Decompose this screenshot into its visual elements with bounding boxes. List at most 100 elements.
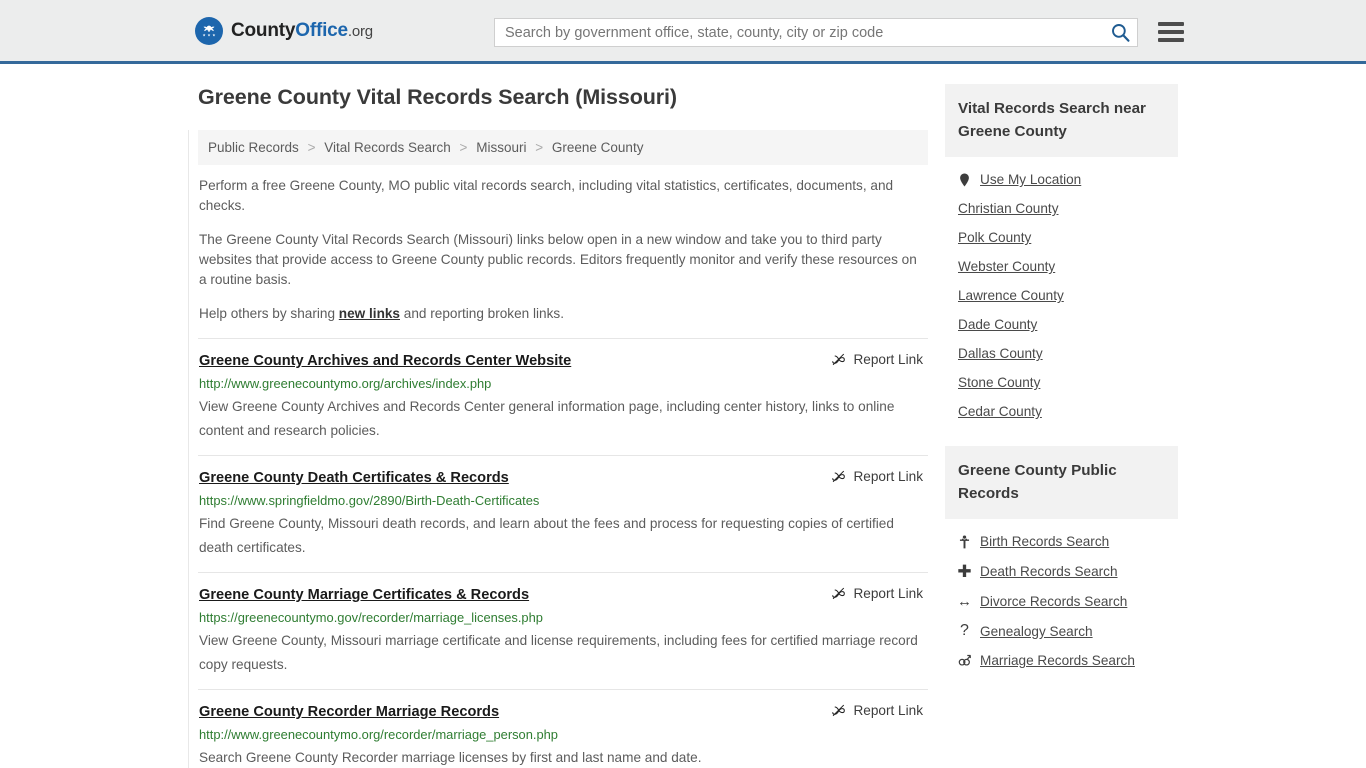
results-list: Greene County Archives and Records Cente…	[198, 337, 928, 768]
sidebar-records-item-label[interactable]: Death Records Search	[980, 564, 1118, 579]
sidebar-records-item: ✚ Death Records Search	[945, 556, 1178, 587]
report-link-label: Report Link	[853, 585, 923, 601]
sidebar-public-records-list: Birth Records Search ✚ Death Records Searc…	[945, 519, 1178, 675]
result-url[interactable]: http://www.greenecountymo.org/archives/i…	[199, 376, 928, 392]
broken-link-icon	[832, 587, 846, 600]
logo-text-county: County	[231, 19, 296, 41]
intro-text: Perform a free Greene County, MO public …	[198, 176, 928, 324]
logo-text-org: .org	[347, 22, 373, 40]
sidebar-nearby-item: Use My Location	[945, 165, 1178, 194]
breadcrumb-item-vital-records-search[interactable]: Vital Records Search	[324, 140, 451, 155]
sidebar-card-nearby: Vital Records Search near Greene County …	[945, 84, 1178, 426]
sidebar-records-item-label[interactable]: Birth Records Search	[980, 534, 1109, 549]
report-link-label: Report Link	[853, 702, 923, 718]
result-description: Search Greene County Recorder marriage l…	[199, 749, 702, 765]
cross-icon: ✚	[957, 562, 972, 581]
result-item: Greene County Archives and Records Cente…	[198, 337, 928, 455]
result-description: View Greene County Archives and Records …	[199, 398, 895, 438]
sidebar-nearby-item: Cedar County	[945, 397, 1178, 426]
baby-icon	[959, 534, 970, 548]
result-item: Greene County Recorder Marriage Records R…	[198, 688, 928, 768]
search-bar	[494, 18, 1138, 47]
page-title: Greene County Vital Records Search (Miss…	[198, 85, 677, 109]
sidebar-nearby-heading: Vital Records Search near Greene County	[945, 84, 1178, 157]
result-description: View Greene County, Missouri marriage ce…	[199, 632, 918, 672]
interlocked-gender-icon	[958, 654, 971, 667]
sidebar-nearby-item-label[interactable]: Cedar County	[958, 404, 1042, 419]
sidebar-nearby-item-label[interactable]: Dade County	[958, 317, 1037, 332]
sidebar-nearby-item: Dallas County	[945, 339, 1178, 368]
result-item: Greene County Marriage Certificates & Re…	[198, 571, 928, 689]
sidebar-nearby-item-label[interactable]: Polk County	[958, 230, 1031, 245]
sidebar-nearby-item-label[interactable]: Use My Location	[980, 172, 1081, 187]
report-link-button[interactable]: Report Link	[831, 703, 928, 718]
sidebar: Vital Records Search near Greene County …	[945, 84, 1178, 695]
report-link-label: Report Link	[853, 351, 923, 367]
result-header: Greene County Archives and Records Cente…	[199, 352, 928, 370]
result-url[interactable]: https://www.springfieldmo.gov/2890/Birth…	[199, 493, 928, 509]
breadcrumb-separator: >	[535, 139, 544, 155]
sidebar-nearby-item-label[interactable]: Stone County	[958, 375, 1040, 390]
map-pin-icon	[958, 173, 971, 187]
sidebar-nearby-item: Dade County	[945, 310, 1178, 339]
sidebar-nearby-item: Christian County	[945, 194, 1178, 223]
left-right-arrow-icon: ↔	[957, 593, 972, 610]
result-header: Greene County Death Certificates & Recor…	[199, 469, 928, 487]
intro-paragraph-3: Help others by sharing new links and rep…	[198, 304, 928, 324]
page-body: Greene County Vital Records Search (Miss…	[0, 64, 1366, 768]
report-link-button[interactable]: Report Link	[831, 586, 928, 601]
result-title-link[interactable]: Greene County Archives and Records Cente…	[199, 352, 571, 370]
sidebar-nearby-item: Lawrence County	[945, 281, 1178, 310]
baby-icon	[958, 534, 971, 549]
logo-text-office: Office	[295, 19, 348, 41]
sidebar-nearby-item: Webster County	[945, 252, 1178, 281]
result-item: Greene County Death Certificates & Recor…	[198, 454, 928, 572]
breadcrumb-item-public-records[interactable]: Public Records	[208, 140, 299, 155]
search-button[interactable]	[1103, 19, 1137, 46]
result-url[interactable]: https://greenecountymo.gov/recorder/marr…	[199, 610, 928, 626]
intro-p3-before: Help others by sharing	[199, 305, 339, 321]
result-title-link[interactable]: Greene County Recorder Marriage Records	[199, 703, 499, 721]
sidebar-public-records-heading: Greene County Public Records	[945, 446, 1178, 519]
sidebar-records-item-label[interactable]: Divorce Records Search	[980, 594, 1127, 609]
search-icon	[1111, 24, 1129, 42]
new-links-link[interactable]: new links	[339, 306, 400, 321]
breadcrumb-separator: >	[307, 139, 316, 155]
breadcrumb-separator: >	[459, 139, 468, 155]
intro-paragraph-1: Perform a free Greene County, MO public …	[199, 177, 894, 213]
sidebar-records-item: ? Genealogy Search	[945, 616, 1178, 646]
interlocked-gender-icon	[958, 654, 971, 666]
intro-p3-after: and reporting broken links.	[400, 305, 564, 321]
report-link-label: Report Link	[853, 468, 923, 484]
sidebar-records-item: Birth Records Search	[945, 527, 1178, 556]
site-logo-text: CountyOffice.org	[231, 20, 373, 42]
hamburger-menu-icon[interactable]	[1158, 20, 1184, 44]
sidebar-records-item-label[interactable]: Genealogy Search	[980, 624, 1093, 639]
site-header: CountyOffice.org	[0, 0, 1366, 64]
search-input[interactable]	[495, 19, 1103, 46]
content-box: Public Records > Vital Records Search > …	[188, 129, 928, 768]
breadcrumb-item-greene-county[interactable]: Greene County	[552, 140, 644, 155]
sidebar-nearby-item-label[interactable]: Christian County	[958, 201, 1059, 216]
broken-link-icon	[832, 470, 846, 483]
sidebar-nearby-item-label[interactable]: Webster County	[958, 259, 1055, 274]
result-title-link[interactable]: Greene County Marriage Certificates & Re…	[199, 586, 529, 604]
sidebar-nearby-item: Polk County	[945, 223, 1178, 252]
sidebar-records-item-label[interactable]: Marriage Records Search	[980, 653, 1135, 668]
sidebar-nearby-item-label[interactable]: Lawrence County	[958, 288, 1064, 303]
broken-link-icon	[832, 353, 846, 366]
sidebar-records-item: ↔ Divorce Records Search	[945, 587, 1178, 616]
main-content: Greene County Vital Records Search (Miss…	[188, 84, 928, 768]
report-link-button[interactable]: Report Link	[831, 352, 928, 367]
intro-paragraph-2: The Greene County Vital Records Search (…	[199, 231, 917, 287]
sidebar-card-public-records: Greene County Public Records Birth Recor…	[945, 446, 1178, 675]
result-title-link[interactable]: Greene County Death Certificates & Recor…	[199, 469, 509, 487]
breadcrumb: Public Records > Vital Records Search > …	[198, 129, 928, 165]
result-url[interactable]: http://www.greenecountymo.org/recorder/m…	[199, 727, 928, 743]
broken-link-icon	[832, 704, 846, 717]
site-logo[interactable]: CountyOffice.org	[195, 16, 373, 45]
report-link-button[interactable]: Report Link	[831, 469, 928, 484]
sidebar-nearby-item: Stone County	[945, 368, 1178, 397]
breadcrumb-item-missouri[interactable]: Missouri	[476, 140, 526, 155]
sidebar-nearby-item-label[interactable]: Dallas County	[958, 346, 1043, 361]
